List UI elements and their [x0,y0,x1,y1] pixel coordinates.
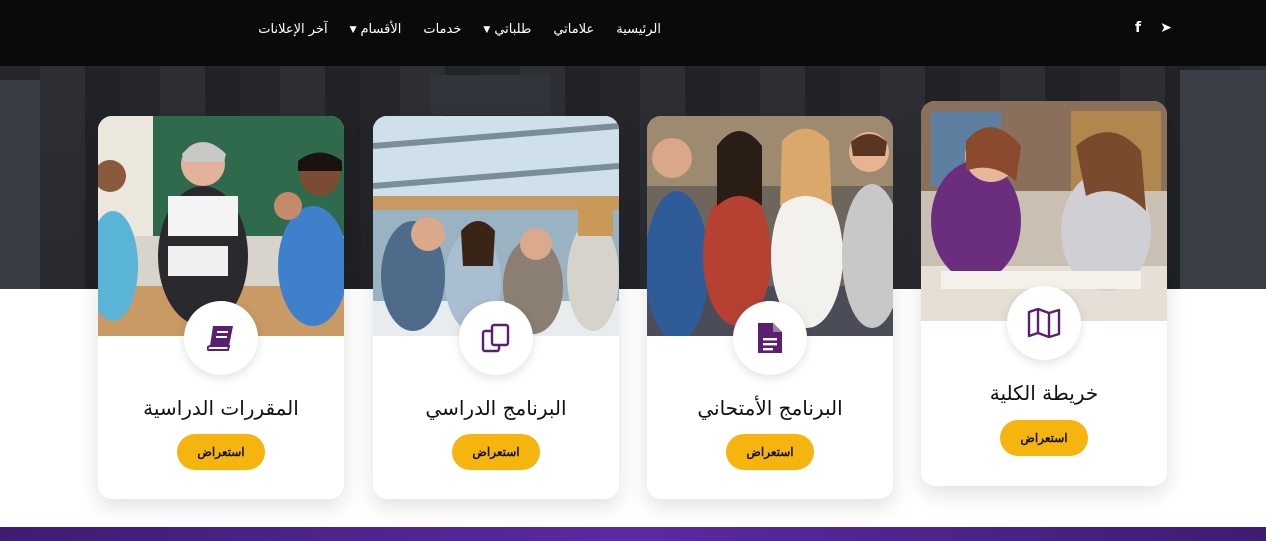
map-icon [1027,308,1061,338]
nav-label: خدمات [423,22,462,37]
card-icon-badge [1007,286,1081,360]
nav-item-grades[interactable]: علاماتي [553,22,594,37]
card-exam-program: البرنامج الأمتحاني استعراض [647,116,893,499]
view-button[interactable]: استعراض [726,434,814,470]
telegram-icon[interactable]: ➤ [1158,20,1174,36]
card-icon-badge [184,301,258,375]
card-title: خريطة الكلية [989,381,1099,405]
view-button[interactable]: استعراض [1000,420,1088,456]
view-button[interactable]: استعراض [452,434,540,470]
main-menu: الرئيسية علاماتي طلباتي ▼ خدمات الأقسام … [258,22,661,37]
nav-label: آخر الإعلانات [258,22,328,37]
hero-window-decor [1180,70,1266,289]
hero-window-decor [430,75,550,115]
card-title: البرنامج الدراسي [425,396,567,420]
copy-icon [481,323,510,353]
card-study-program: البرنامج الدراسي استعراض [373,116,619,499]
chevron-down-icon: ▼ [349,24,357,35]
nav-item-announcements[interactable]: آخر الإعلانات [258,22,327,37]
nav-item-home[interactable]: الرئيسية [616,22,661,37]
nav-item-requests[interactable]: طلباتي ▼ [483,22,531,37]
nav-item-services[interactable]: خدمات [423,22,461,37]
hero-window-decor [0,80,40,289]
top-navbar: f ➤ الرئيسية علاماتي طلباتي ▼ خدمات الأق… [0,0,1266,66]
card-title: البرنامج الأمتحاني [697,396,843,420]
social-links: f ➤ [1130,20,1174,36]
facebook-icon[interactable]: f [1130,20,1146,36]
nav-label: الرئيسية [616,22,661,37]
footer-band [0,527,1266,541]
card-icon-badge [733,301,807,375]
nav-label: الأقسام [360,22,402,37]
chevron-down-icon: ▼ [483,24,491,35]
card-icon-badge [459,301,533,375]
nav-label: علاماتي [553,22,595,37]
view-button[interactable]: استعراض [177,434,265,470]
card-courses: المقررات الدراسية استعراض [98,116,344,499]
nav-item-departments[interactable]: الأقسام ▼ [350,22,402,37]
card-campus-map: خريطة الكلية استعراض [921,101,1167,486]
document-icon [758,323,782,353]
nav-label: طلباتي [494,22,532,37]
card-title: المقررات الدراسية [143,396,299,420]
book-icon [207,326,233,351]
